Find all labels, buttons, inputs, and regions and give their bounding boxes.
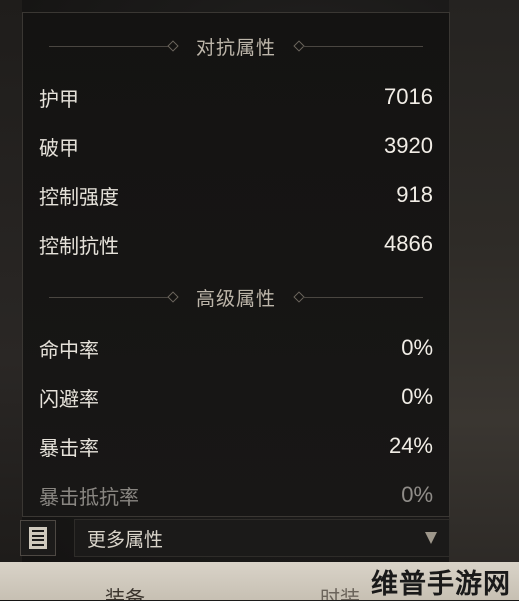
stat-label: 控制抗性: [39, 233, 119, 258]
divider-line: [49, 297, 169, 298]
section-title: 高级属性: [195, 287, 276, 310]
background-left: [0, 0, 22, 600]
divider-line: [49, 46, 169, 47]
more-attributes-bar: 更多属性: [20, 517, 450, 559]
tab-equipment[interactable]: 装备: [105, 570, 145, 600]
stat-value: 0%: [401, 482, 433, 507]
site-watermark: 维普手游网: [371, 569, 511, 600]
stat-row-control-strength: 控制强度 918: [39, 179, 433, 211]
stat-row-crit-resist: 暴击抵抗率 0%: [39, 479, 433, 511]
stat-label: 控制强度: [39, 184, 119, 209]
stat-value: 0%: [401, 335, 433, 360]
tab-fashion[interactable]: 时装: [320, 570, 360, 600]
more-attributes-dropdown[interactable]: 更多属性: [74, 519, 450, 557]
chevron-down-icon: [425, 532, 437, 544]
tab-label: 时装: [320, 586, 360, 600]
section-title: 对抗属性: [195, 36, 276, 59]
section-header-combat: 对抗属性: [23, 31, 449, 61]
stat-value: 7016: [384, 84, 433, 109]
stat-label: 闪避率: [39, 386, 99, 411]
stat-row-armor: 护甲 7016: [39, 81, 433, 113]
stat-label: 护甲: [39, 86, 79, 111]
tab-label: 装备: [105, 586, 145, 600]
stat-label: 暴击抵抗率: [39, 484, 139, 509]
stat-value: 0%: [401, 384, 433, 409]
stat-row-armor-break: 破甲 3920: [39, 130, 433, 162]
stat-row-crit-rate: 暴击率 24%: [39, 430, 433, 462]
divider-line: [303, 297, 423, 298]
diamond-ornament-icon: [167, 40, 179, 52]
stat-value: 918: [396, 182, 433, 207]
stat-row-hit-rate: 命中率 0%: [39, 332, 433, 364]
more-attributes-icon-button[interactable]: [20, 520, 56, 556]
stat-value: 24%: [388, 433, 433, 458]
stat-label: 暴击率: [39, 435, 99, 460]
more-attributes-label: 更多属性: [87, 528, 164, 551]
stat-value: 3920: [384, 133, 433, 158]
attribute-panel[interactable]: 对抗属性 护甲 7016 破甲 3920 控制强度 918 控制抗性 4866 …: [22, 12, 450, 517]
stat-label: 命中率: [39, 337, 99, 362]
stat-row-dodge-rate: 闪避率 0%: [39, 381, 433, 413]
stat-label: 破甲: [39, 135, 79, 160]
diamond-ornament-icon: [167, 291, 179, 303]
stat-row-control-resist: 控制抗性 4866: [39, 228, 433, 260]
list-book-icon: [29, 527, 47, 549]
divider-line: [303, 46, 423, 47]
background-right: [449, 0, 519, 600]
stat-value: 4866: [384, 231, 433, 256]
section-header-advanced: 高级属性: [23, 282, 449, 312]
